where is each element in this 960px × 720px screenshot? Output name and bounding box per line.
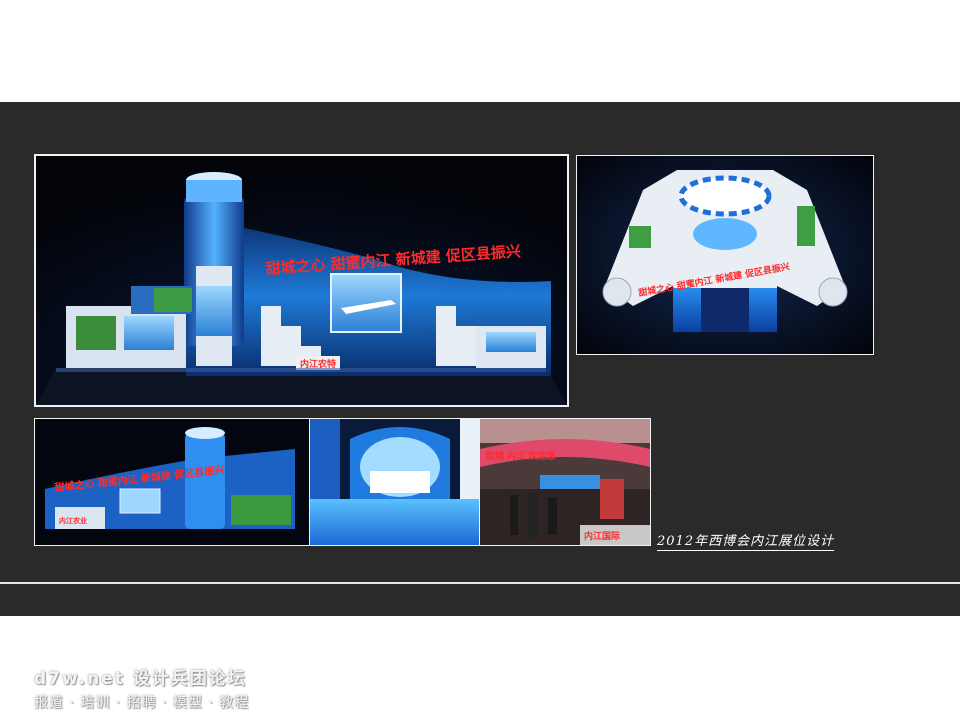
watermark-services: 报道 · 培训 · 招聘 · 模型 · 教程 [34, 695, 250, 711]
interior-view-render [309, 418, 480, 546]
top-view-render: 甜城之心 甜蜜内江 新城建 促区县振兴 [576, 155, 874, 355]
logo-stamp: 内江国际 [584, 530, 620, 542]
panel-divider-line [0, 582, 960, 584]
onsite-photo: 甜城 内江 欢迎您 内江国际 [479, 418, 651, 546]
project-caption: 2012年西博会内江展位设计 [657, 530, 835, 551]
main-booth-render: 内江农特 甜城之心 甜蜜内江 新城建 促区县振兴 [34, 154, 569, 407]
photo-banner-text: 甜城 内江 欢迎您 [486, 450, 555, 462]
side-view-render: 甜城之心 甜蜜内江 新城建 促区县振兴 内江农业 [34, 418, 310, 546]
watermark-site: d7w.net 设计兵团论坛 [34, 669, 247, 689]
side-panel-label: 内江农业 [59, 516, 87, 525]
